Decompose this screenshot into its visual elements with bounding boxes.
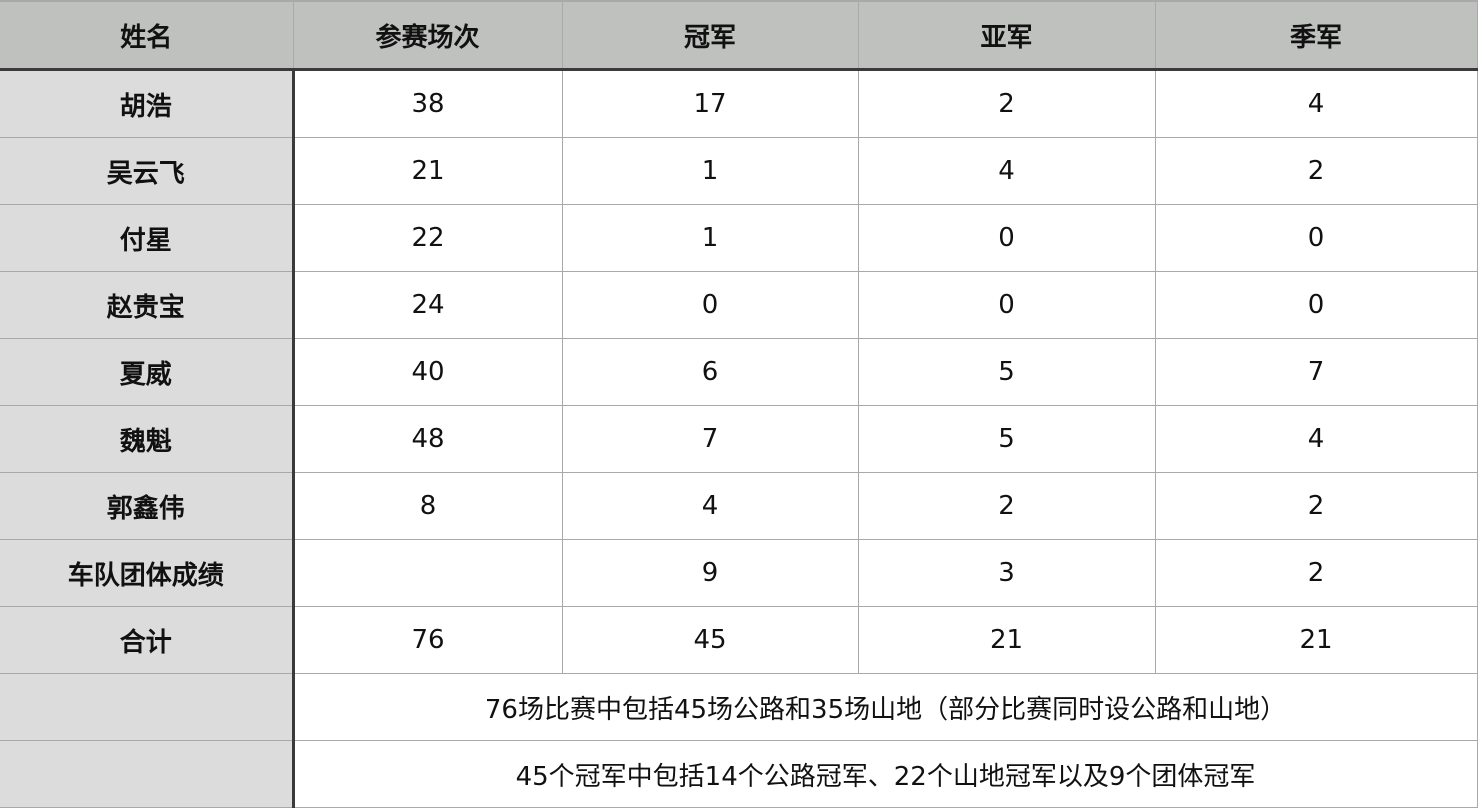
- note-label: [0, 673, 295, 741]
- note-label: [0, 740, 295, 808]
- table-row: 吴云飞 21 1 4 2: [0, 137, 1478, 205]
- cell-races: 21: [292, 137, 563, 205]
- cell-silver: 2: [857, 472, 1156, 540]
- cell-bronze: 7: [1154, 338, 1478, 406]
- note-champions-breakdown: 45个冠军中包括14个公路冠军、22个山地冠军以及9个团体冠军: [292, 740, 1478, 808]
- cell-bronze: 0: [1154, 271, 1478, 339]
- cell-bronze: 4: [1154, 405, 1478, 473]
- table-row: 夏威 40 6 5 7: [0, 338, 1478, 406]
- cell-bronze: 2: [1154, 137, 1478, 205]
- cell-gold: 7: [561, 405, 859, 473]
- cell-gold: 9: [561, 539, 859, 607]
- header-row: 姓名 参赛场次 冠军 亚军 季军: [0, 0, 1478, 71]
- table-row: 付星 22 1 0 0: [0, 204, 1478, 272]
- table-row-team: 车队团体成绩 9 3 2: [0, 539, 1478, 607]
- cell-silver: 2: [857, 69, 1156, 138]
- table-row: 魏魁 48 7 5 4: [0, 405, 1478, 473]
- cell-silver: 3: [857, 539, 1156, 607]
- cell-gold: 1: [561, 204, 859, 272]
- cell-gold: 4: [561, 472, 859, 540]
- cell-gold: 0: [561, 271, 859, 339]
- cell-races: 24: [292, 271, 563, 339]
- row-name: 车队团体成绩: [0, 539, 295, 607]
- cell-races: 8: [292, 472, 563, 540]
- cell-gold: 1: [561, 137, 859, 205]
- cell-races: [292, 539, 563, 607]
- cell-gold: 6: [561, 338, 859, 406]
- cell-bronze: 4: [1154, 69, 1478, 138]
- header-races: 参赛场次: [292, 0, 563, 71]
- note-row: 45个冠军中包括14个公路冠军、22个山地冠军以及9个团体冠军: [0, 740, 1478, 808]
- cell-races: 40: [292, 338, 563, 406]
- row-name: 夏威: [0, 338, 295, 406]
- row-name: 赵贵宝: [0, 271, 295, 339]
- header-name: 姓名: [0, 0, 294, 71]
- cell-races: 38: [292, 69, 563, 138]
- cell-bronze: 0: [1154, 204, 1478, 272]
- cell-gold: 45: [561, 606, 859, 674]
- cell-silver: 0: [857, 271, 1156, 339]
- table-row: 郭鑫伟 8 4 2 2: [0, 472, 1478, 540]
- cell-races: 76: [292, 606, 563, 674]
- cell-silver: 21: [857, 606, 1156, 674]
- row-name: 胡浩: [0, 69, 295, 138]
- results-table: 姓名 参赛场次 冠军 亚军 季军 胡浩 38 17 2 4 吴云飞 21 1 4…: [0, 0, 1478, 808]
- cell-races: 22: [292, 204, 563, 272]
- cell-silver: 5: [857, 405, 1156, 473]
- cell-gold: 17: [561, 69, 859, 138]
- note-row: 76场比赛中包括45场公路和35场山地（部分比赛同时设公路和山地）: [0, 673, 1478, 741]
- table-row: 胡浩 38 17 2 4: [0, 69, 1478, 138]
- row-name: 付星: [0, 204, 295, 272]
- cell-bronze: 21: [1154, 606, 1478, 674]
- cell-silver: 4: [857, 137, 1156, 205]
- header-silver: 亚军: [857, 0, 1156, 71]
- header-bronze: 季军: [1154, 0, 1478, 71]
- table-row: 赵贵宝 24 0 0 0: [0, 271, 1478, 339]
- row-name: 郭鑫伟: [0, 472, 295, 540]
- row-name: 吴云飞: [0, 137, 295, 205]
- row-name: 合计: [0, 606, 295, 674]
- cell-bronze: 2: [1154, 539, 1478, 607]
- note-races-breakdown: 76场比赛中包括45场公路和35场山地（部分比赛同时设公路和山地）: [292, 673, 1478, 741]
- cell-races: 48: [292, 405, 563, 473]
- cell-silver: 0: [857, 204, 1156, 272]
- cell-bronze: 2: [1154, 472, 1478, 540]
- table-row-total: 合计 76 45 21 21: [0, 606, 1478, 674]
- cell-silver: 5: [857, 338, 1156, 406]
- header-gold: 冠军: [561, 0, 859, 71]
- row-name: 魏魁: [0, 405, 295, 473]
